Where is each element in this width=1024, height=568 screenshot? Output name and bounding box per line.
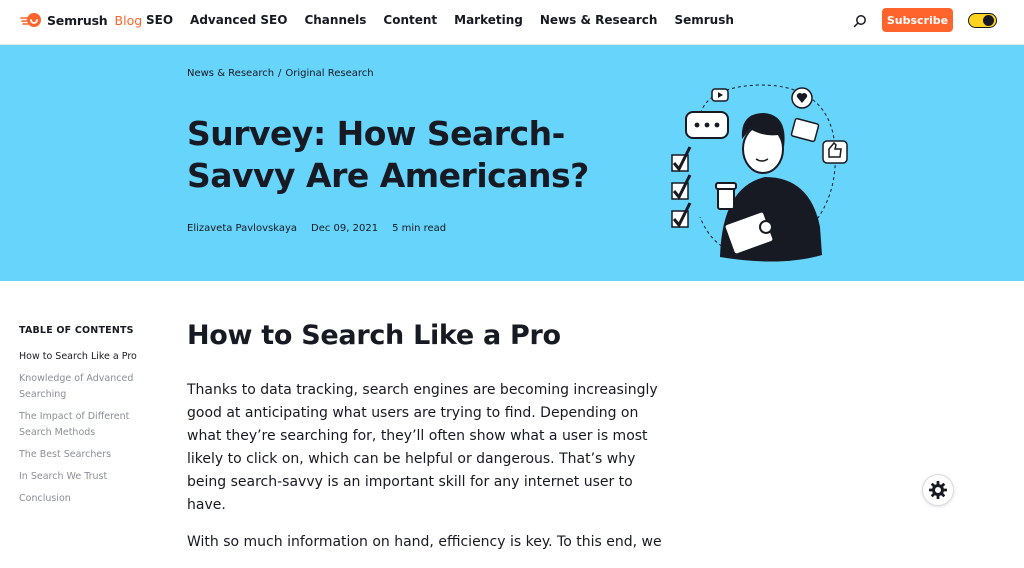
article-hero: News & Research / Original Research Survey… bbox=[0, 45, 1024, 281]
brand-name: Semrush bbox=[47, 12, 108, 28]
nav-item-content[interactable]: Content bbox=[383, 13, 437, 27]
hero-illustration bbox=[671, 84, 848, 262]
table-of-contents: TABLE OF CONTENTS How to Search Like a P… bbox=[19, 325, 159, 513]
top-navigation: Semrush Blog SEO Advanced SEO Channels C… bbox=[0, 0, 1024, 45]
breadcrumb-news-research[interactable]: News & Research bbox=[187, 68, 274, 79]
breadcrumb-separator: / bbox=[278, 68, 282, 79]
read-time: 5 min read bbox=[392, 223, 447, 234]
subscribe-button[interactable]: Subscribe bbox=[882, 8, 953, 32]
theme-toggle[interactable] bbox=[968, 13, 997, 28]
breadcrumb: News & Research / Original Research bbox=[187, 68, 374, 79]
page-title: Survey: How Search-Savvy Are Americans? bbox=[187, 114, 589, 195]
brand-logo[interactable]: Semrush Blog bbox=[20, 12, 142, 28]
main-menu: SEO Advanced SEO Channels Content Market… bbox=[146, 13, 751, 27]
toc-item-search-we-trust[interactable]: In Search We Trust bbox=[19, 469, 159, 485]
paragraph: Thanks to data tracking, search engines … bbox=[187, 382, 658, 513]
settings-button[interactable] bbox=[922, 474, 954, 506]
breadcrumb-original-research[interactable]: Original Research bbox=[285, 68, 373, 79]
toc-heading: TABLE OF CONTENTS bbox=[19, 325, 134, 336]
nav-item-semrush[interactable]: Semrush bbox=[674, 13, 733, 27]
nav-item-advanced-seo[interactable]: Advanced SEO bbox=[190, 13, 287, 27]
toc-item-best-searchers[interactable]: The Best Searchers bbox=[19, 447, 159, 463]
article-meta: Elizaveta Pavlovskaya Dec 09, 2021 5 min… bbox=[187, 223, 446, 234]
nav-item-marketing[interactable]: Marketing bbox=[454, 13, 523, 27]
article-body: How to Search Like a Pro Thanks to data … bbox=[187, 320, 667, 568]
toggle-knob bbox=[983, 15, 994, 26]
nav-item-news-research[interactable]: News & Research bbox=[540, 13, 658, 27]
toc-item-search-methods[interactable]: The Impact of Different Search Methods bbox=[19, 409, 159, 441]
toc-item-conclusion[interactable]: Conclusion bbox=[19, 491, 159, 507]
semrush-fireball-icon bbox=[20, 13, 41, 27]
toc-item-how-to-search[interactable]: How to Search Like a Pro bbox=[19, 349, 159, 365]
author-link[interactable]: Elizaveta Pavlovskaya bbox=[187, 223, 297, 234]
nav-item-channels[interactable]: Channels bbox=[304, 13, 366, 27]
search-icon[interactable] bbox=[852, 13, 868, 29]
paragraph: With so much information on hand, effici… bbox=[187, 534, 662, 550]
gear-icon bbox=[929, 481, 947, 499]
nav-item-seo[interactable]: SEO bbox=[146, 13, 173, 27]
brand-section: Blog bbox=[114, 12, 143, 28]
publish-date: Dec 09, 2021 bbox=[311, 223, 379, 234]
section-heading: How to Search Like a Pro bbox=[187, 320, 561, 351]
toc-item-advanced-searching[interactable]: Knowledge of Advanced Searching bbox=[19, 371, 159, 403]
